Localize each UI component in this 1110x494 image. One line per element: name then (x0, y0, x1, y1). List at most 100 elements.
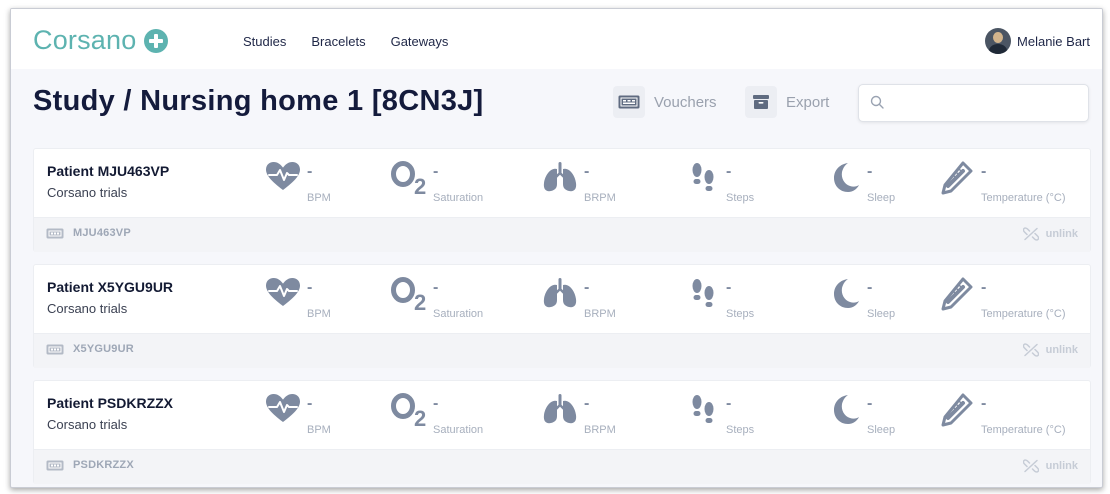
patient-card[interactable]: Patient MJU463VP Corsano trials - BPM 2 … (33, 148, 1091, 252)
moon-icon (834, 279, 859, 308)
heart-icon (266, 394, 300, 422)
page-title: Study / Nursing home 1 [8CN3J] (33, 85, 484, 117)
patient-group: Corsano trials (47, 301, 128, 316)
user-menu[interactable]: Melanie Bart (985, 28, 1090, 54)
steps-value: - (726, 279, 732, 296)
unlink-label: unlink (1045, 344, 1078, 356)
svg-text:2: 2 (414, 406, 426, 427)
sleep-unit: Sleep (867, 424, 896, 436)
footsteps-icon (692, 395, 714, 423)
nav-bracelets[interactable]: Bracelets (311, 34, 365, 49)
heart-rate-unit: BPM (307, 424, 331, 436)
search-input[interactable] (893, 91, 1077, 115)
sleep-unit: Sleep (867, 192, 896, 204)
patient-card-body: Patient MJU463VP Corsano trials - BPM 2 … (34, 149, 1090, 217)
patient-list: Patient MJU463VP Corsano trials - BPM 2 … (33, 148, 1091, 487)
unlink-button[interactable]: unlink (1022, 459, 1078, 473)
unlink-label: unlink (1045, 460, 1078, 472)
lungs-icon (543, 394, 577, 424)
avatar (985, 28, 1012, 54)
device-tag: X5YGU9UR (46, 343, 134, 355)
patient-card[interactable]: Patient X5YGU9UR Corsano trials - BPM 2 … (33, 264, 1091, 368)
nav-gateways[interactable]: Gateways (391, 34, 449, 49)
patient-group: Corsano trials (47, 185, 128, 200)
heart-rate-value: - (307, 279, 313, 296)
saturation-unit: Saturation (433, 192, 484, 204)
vouchers-label: Vouchers (654, 93, 717, 111)
patient-card-body: Patient X5YGU9UR Corsano trials - BPM 2 … (34, 265, 1090, 333)
export-button[interactable]: Export (745, 86, 829, 118)
respiration-unit: BRPM (584, 424, 616, 436)
temperature-value: - (981, 279, 987, 296)
temperature-value: - (981, 163, 987, 180)
user-name: Melanie Bart (1017, 33, 1090, 49)
respiration-value: - (584, 163, 590, 180)
thermometer-icon (941, 277, 973, 311)
footsteps-icon (692, 163, 714, 191)
vouchers-button[interactable]: Vouchers (613, 86, 717, 118)
unlink-button[interactable]: unlink (1022, 343, 1078, 357)
patient-card-footer: MJU463VP unlink (34, 217, 1090, 252)
steps-unit: Steps (726, 192, 755, 204)
export-label: Export (786, 93, 830, 111)
heart-rate-unit: BPM (307, 192, 331, 204)
saturation-value: - (433, 395, 439, 412)
patient-name[interactable]: Patient MJU463VP (47, 163, 169, 179)
patient-card-footer: X5YGU9UR unlink (34, 333, 1090, 368)
steps-value: - (726, 163, 732, 180)
respiration-value: - (584, 279, 590, 296)
oxygen-icon: 2 (391, 393, 426, 427)
thermometer-icon (941, 393, 973, 427)
temperature-unit: Temperature (°C) (981, 308, 1066, 320)
device-id: X5YGU9UR (73, 343, 134, 355)
unlink-button[interactable]: unlink (1022, 227, 1078, 241)
respiration-value: - (584, 395, 590, 412)
sleep-unit: Sleep (867, 308, 896, 320)
oxygen-icon: 2 (391, 277, 426, 311)
sleep-value: - (867, 279, 873, 296)
unlink-icon (1022, 227, 1039, 241)
corsano-logo[interactable]: Corsano (33, 25, 169, 56)
moon-icon (834, 395, 859, 424)
main-nav: Studies Bracelets Gateways (243, 34, 448, 49)
respiration-unit: BRPM (584, 308, 616, 320)
brand-name: Corsano (33, 25, 137, 55)
device-tag: PSDKRZZX (46, 459, 134, 471)
steps-unit: Steps (726, 424, 755, 436)
saturation-value: - (433, 163, 439, 180)
unlink-icon (1022, 459, 1039, 473)
app-window: Corsano Studies Bracelets Gateways Melan… (10, 8, 1103, 488)
unlink-icon (1022, 343, 1039, 357)
footsteps-icon (692, 279, 714, 307)
nav-studies[interactable]: Studies (243, 34, 286, 49)
heart-rate-value: - (307, 163, 313, 180)
patient-name[interactable]: Patient X5YGU9UR (47, 279, 173, 295)
temperature-value: - (981, 395, 987, 412)
temperature-unit: Temperature (°C) (981, 192, 1066, 204)
heart-rate-unit: BPM (307, 308, 331, 320)
saturation-unit: Saturation (433, 308, 484, 320)
bracelet-icon (46, 228, 64, 238)
search-icon (870, 95, 884, 109)
patient-card-footer: PSDKRZZX unlink (34, 449, 1090, 484)
moon-icon (834, 163, 859, 192)
patient-name[interactable]: Patient PSDKRZZX (47, 395, 173, 411)
search-box[interactable] (858, 84, 1089, 122)
plus-circle-icon (144, 28, 169, 53)
archive-box-icon (745, 86, 777, 118)
thermometer-icon (941, 161, 973, 195)
respiration-unit: BRPM (584, 192, 616, 204)
heart-rate-value: - (307, 395, 313, 412)
saturation-unit: Saturation (433, 424, 484, 436)
device-id: MJU463VP (73, 227, 131, 239)
lungs-icon (543, 278, 577, 308)
svg-text:2: 2 (414, 174, 426, 195)
patient-group: Corsano trials (47, 417, 128, 432)
oxygen-icon: 2 (391, 161, 426, 195)
voucher-icon (613, 86, 645, 118)
patient-card[interactable]: Patient PSDKRZZX Corsano trials - BPM 2 … (33, 380, 1091, 484)
svg-text:2: 2 (414, 290, 426, 311)
bracelet-icon (46, 460, 64, 470)
steps-value: - (726, 395, 732, 412)
temperature-unit: Temperature (°C) (981, 424, 1066, 436)
